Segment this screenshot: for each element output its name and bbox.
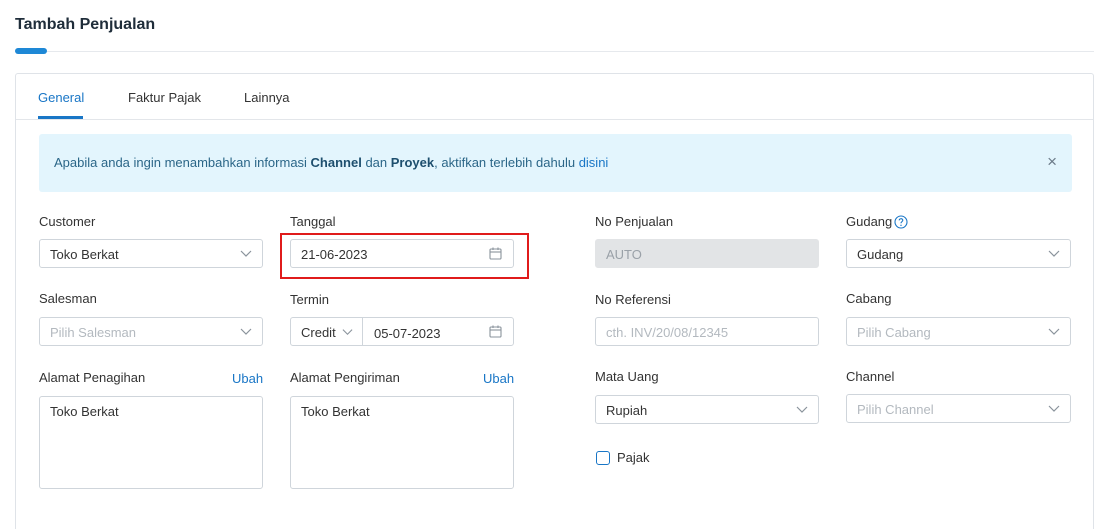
tab-bar: General Faktur Pajak Lainnya: [16, 74, 1093, 120]
salesman-placeholder: Pilih Salesman: [50, 325, 136, 340]
shipping-address-edit-link[interactable]: Ubah: [483, 371, 514, 386]
alert-project: Proyek: [390, 155, 435, 170]
shipping-address-textarea[interactable]: Toko Berkat: [290, 396, 514, 489]
chevron-down-icon: [342, 329, 353, 336]
no-penjualan-value: AUTO: [606, 247, 642, 262]
shipping-address-value: Toko Berkat: [301, 404, 370, 419]
salesman-label: Salesman: [39, 291, 97, 306]
mata-uang-label: Mata Uang: [595, 369, 659, 384]
customer-value: Toko Berkat: [50, 247, 119, 262]
termin-label: Termin: [290, 292, 330, 307]
customer-select[interactable]: Toko Berkat: [39, 239, 263, 268]
billing-address-textarea[interactable]: Toko Berkat: [39, 396, 263, 489]
channel-label: Channel: [846, 369, 895, 384]
alert-text-and: dan: [361, 155, 391, 170]
gudang-value: Gudang: [857, 247, 904, 262]
tab-general[interactable]: General: [38, 90, 84, 105]
shipping-address-label: Alamat Pengiriman: [290, 370, 400, 385]
tanggal-highlight-box: [280, 233, 529, 279]
gudang-select[interactable]: Gudang: [846, 239, 1071, 268]
termin-separator: [362, 318, 363, 345]
billing-address-value: Toko Berkat: [50, 404, 119, 419]
no-penjualan-label: No Penjualan: [595, 214, 674, 229]
form-card: General Faktur Pajak Lainnya Apabila and…: [15, 73, 1094, 529]
alert-message: Apabila anda ingin menambahkan informasi…: [54, 155, 608, 170]
no-penjualan-input: AUTO: [595, 239, 819, 268]
mata-uang-select[interactable]: Rupiah: [595, 395, 819, 424]
chevron-down-icon: [796, 406, 808, 413]
cabang-placeholder: Pilih Cabang: [857, 325, 931, 340]
chevron-down-icon: [1048, 250, 1060, 257]
no-referensi-placeholder: cth. INV/20/08/12345: [606, 325, 729, 340]
tab-faktur-pajak[interactable]: Faktur Pajak: [128, 90, 201, 105]
cabang-label: Cabang: [846, 291, 892, 306]
no-referensi-label: No Referensi: [595, 292, 671, 307]
mata-uang-value: Rupiah: [606, 403, 648, 418]
page-title: Tambah Penjualan: [15, 16, 156, 33]
billing-address-label: Alamat Penagihan: [39, 370, 146, 385]
gudang-label: Gudang: [846, 214, 893, 229]
info-alert: Apabila anda ingin menambahkan informasi…: [39, 134, 1072, 192]
cabang-select[interactable]: Pilih Cabang: [846, 317, 1071, 346]
title-underline: [15, 48, 47, 54]
chevron-down-icon: [1048, 328, 1060, 335]
active-tab-indicator: [38, 116, 83, 119]
tanggal-label: Tanggal: [290, 214, 336, 229]
pajak-label[interactable]: Pajak: [617, 450, 650, 465]
chevron-down-icon: [240, 328, 252, 335]
no-referensi-input[interactable]: cth. INV/20/08/12345: [595, 317, 819, 346]
termin-field: Credit 05-07-2023: [290, 317, 514, 346]
pajak-checkbox[interactable]: [596, 451, 610, 465]
tab-lainnya[interactable]: Lainnya: [244, 90, 290, 105]
customer-label: Customer: [39, 214, 96, 229]
help-icon[interactable]: [894, 215, 908, 229]
termin-type-select[interactable]: Credit: [301, 325, 336, 340]
title-divider: [47, 51, 1094, 52]
chevron-down-icon: [1048, 405, 1060, 412]
chevron-down-icon: [240, 250, 252, 257]
salesman-select[interactable]: Pilih Salesman: [39, 317, 263, 346]
alert-text-middle: , aktifkan terlebih dahulu: [434, 155, 579, 170]
channel-select[interactable]: Pilih Channel: [846, 394, 1071, 423]
alert-link[interactable]: disini: [579, 155, 609, 170]
alert-channel: Channel: [310, 155, 362, 170]
calendar-icon: [489, 325, 502, 338]
close-icon[interactable]: ×: [1047, 152, 1057, 172]
alert-text-prefix: Apabila anda ingin menambahkan informasi: [54, 155, 311, 170]
billing-address-edit-link[interactable]: Ubah: [232, 371, 263, 386]
channel-placeholder: Pilih Channel: [857, 402, 934, 417]
termin-date-value[interactable]: 05-07-2023: [374, 326, 441, 341]
